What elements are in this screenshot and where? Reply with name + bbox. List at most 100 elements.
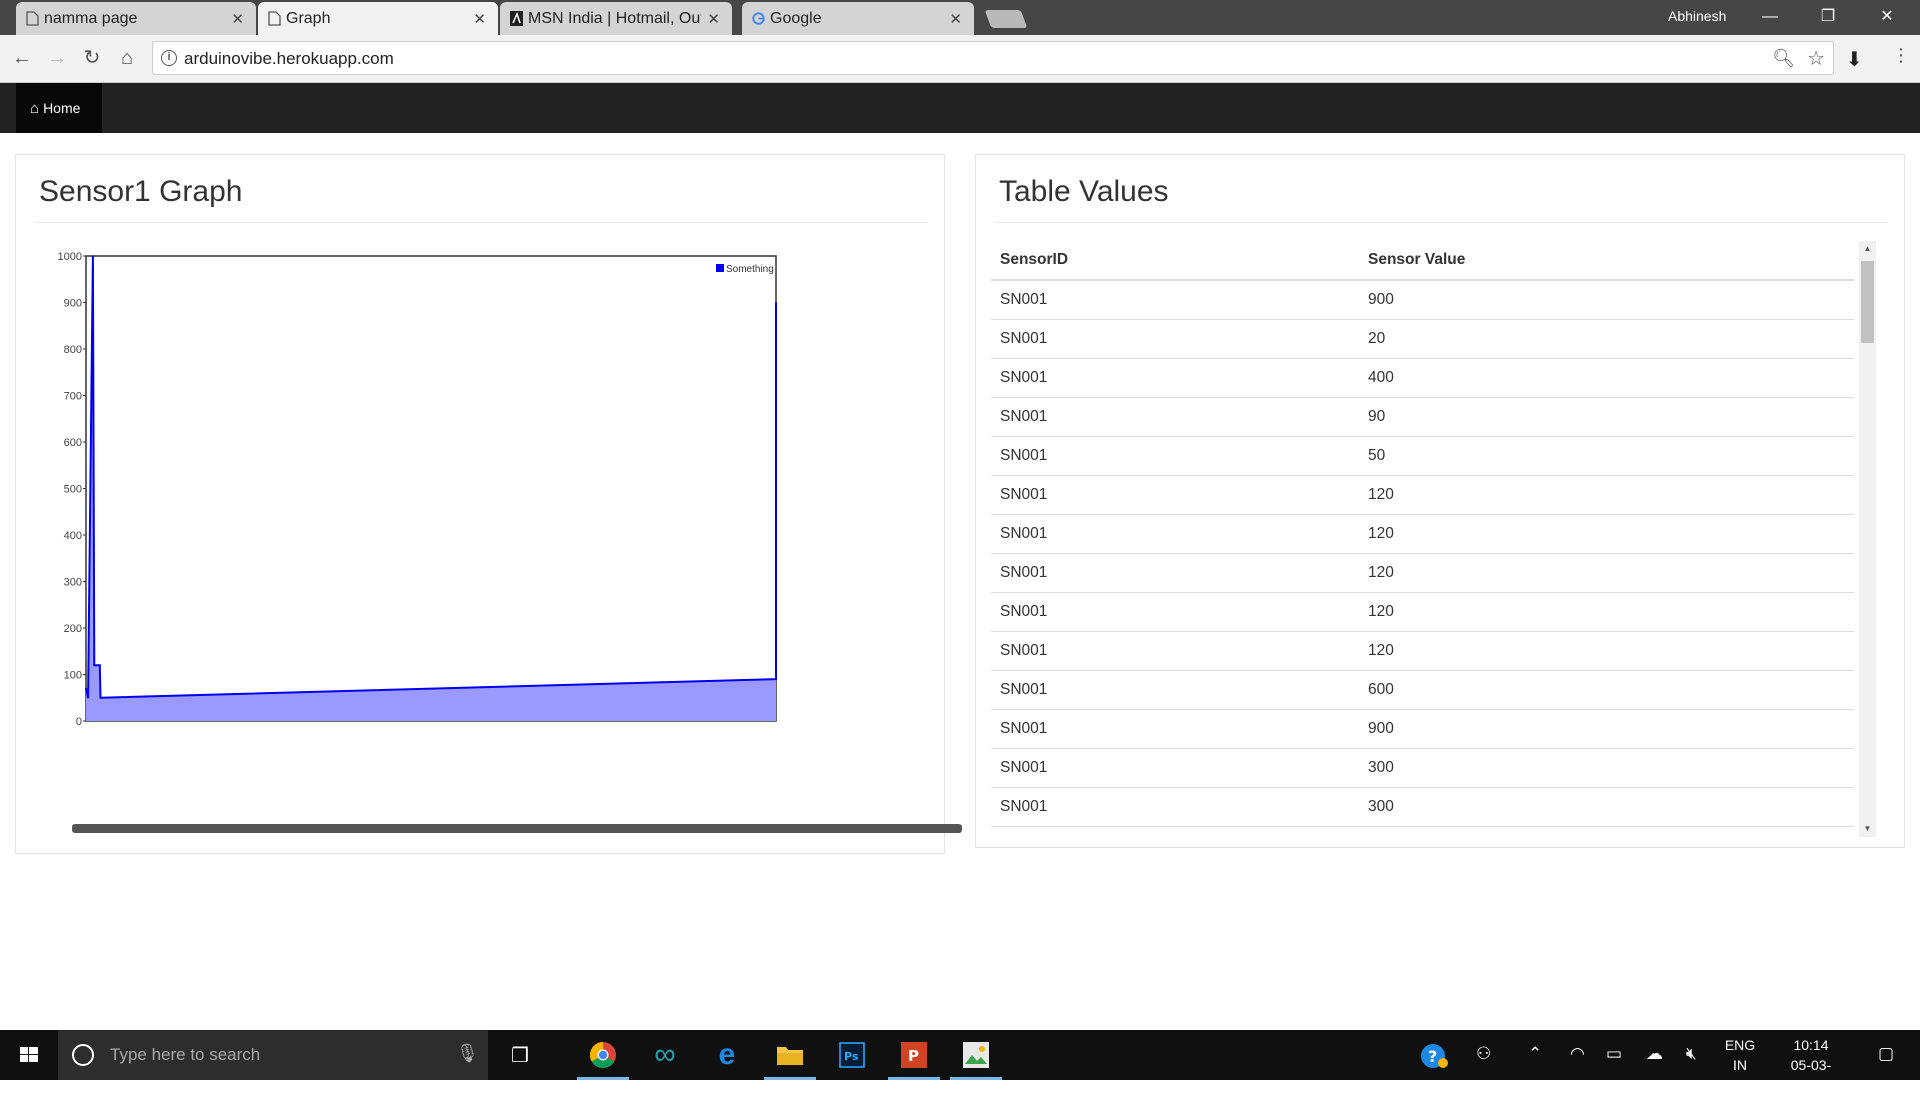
table-row: SN001 120 [991, 553, 1854, 593]
table-row: SN001300 [991, 748, 1854, 788]
tab-label: namma page [44, 9, 138, 27]
microphone-icon[interactable]: 🎙︎ [456, 1043, 479, 1064]
cell-sensor-value: 600 [1359, 670, 1854, 710]
help-icon[interactable]: ? [1420, 1042, 1450, 1075]
wifi-icon[interactable]: ◠ [1570, 1044, 1585, 1064]
table-header-row: SensorID Sensor Value [991, 241, 1854, 281]
cell-sensor-id: SN001 [991, 358, 1359, 398]
folder-icon [777, 1047, 803, 1065]
photoshop-taskbar-icon[interactable]: Ps [822, 1030, 882, 1080]
minimize-icon[interactable]: — [1745, 4, 1795, 30]
column-header-sensor-value[interactable]: Sensor Value [1359, 241, 1854, 281]
data-point [775, 301, 777, 304]
bookmark-star-icon[interactable]: ☆ [1807, 46, 1825, 71]
search-placeholder[interactable]: Type here to search [110, 1045, 260, 1065]
cell-sensor-value: 900 [1359, 280, 1854, 320]
horizontal-scrollbar[interactable] [72, 824, 962, 833]
sensor-table: SensorID Sensor Value SN001 900 SN001 20 SN0… [991, 241, 1854, 831]
battery-icon[interactable]: ▭ [1606, 1044, 1622, 1064]
table-row: SN001300 [991, 787, 1854, 827]
divider [36, 222, 928, 223]
restore-icon[interactable]: ❐ [1803, 4, 1853, 30]
close-icon[interactable]: ✕ [949, 10, 962, 28]
legend-swatch [716, 264, 724, 272]
cell-sensor-value: 400 [1359, 358, 1854, 398]
task-view-icon[interactable]: ❐ [490, 1030, 550, 1080]
msn-icon [510, 11, 523, 26]
cell-sensor-value: 120 [1359, 592, 1854, 632]
forward-icon[interactable]: → [45, 46, 69, 70]
people-icon[interactable]: ⚇ [1476, 1044, 1491, 1064]
home-icon[interactable]: ⌂ [115, 46, 139, 70]
clock-time: 10:14 [1793, 1037, 1829, 1053]
home-nav-link[interactable]: ⌂ Home [16, 83, 102, 133]
close-icon[interactable]: ✕ [707, 10, 720, 28]
scrollbar-thumb[interactable] [1861, 261, 1874, 343]
y-tick-label: 200 [64, 623, 82, 635]
cell-sensor-id: SN001 [991, 475, 1359, 515]
clock-date: 05-03-2018 [1790, 1057, 1832, 1093]
tab-label: Graph [286, 9, 331, 27]
cell-sensor-id: SN001 [991, 592, 1359, 632]
profile-name[interactable]: Abhinesh [1668, 8, 1726, 24]
taskbar-clock[interactable]: 10:14 05-03-2018 [1776, 1035, 1846, 1095]
file-explorer-taskbar-icon[interactable] [760, 1030, 820, 1080]
table-row: SN001 20 [991, 319, 1854, 359]
edge-taskbar-icon[interactable]: e [697, 1030, 757, 1080]
table-row: SN001 50 [991, 436, 1854, 476]
windows-start-button[interactable] [0, 1030, 58, 1080]
column-header-sensorid[interactable]: SensorID [991, 241, 1359, 281]
cell-sensor-id: SN001 [991, 709, 1359, 749]
data-point [93, 664, 96, 666]
download-icon[interactable]: ⬇ [1846, 47, 1863, 72]
data-point [99, 696, 102, 699]
plot-frame [85, 255, 777, 722]
cell-sensor-value: 120 [1359, 553, 1854, 593]
onedrive-icon[interactable]: ☁ [1646, 1044, 1663, 1064]
cell-sensor-id: SN001 [991, 397, 1359, 437]
taskbar-search-box[interactable]: Type here to search 🎙︎ [58, 1030, 488, 1080]
reload-icon[interactable]: ↻ [80, 46, 104, 70]
sensor-chart: 0 100 200 300 400 500 600 700 800 900 1000 Somethin… [58, 251, 777, 728]
lang-code: ENG [1724, 1037, 1756, 1053]
chrome-taskbar-icon[interactable] [573, 1030, 633, 1080]
y-tick-label: 300 [64, 577, 82, 589]
zoom-icon[interactable]: 🔍︎ [1772, 48, 1795, 69]
menu-dots-icon[interactable]: ⋮ [1892, 45, 1910, 66]
tab-google[interactable]: Google ✕ [742, 2, 974, 35]
image-app-taskbar-icon[interactable] [946, 1030, 1006, 1080]
language-indicator[interactable]: ENG IN [1722, 1035, 1758, 1075]
cell-sensor-id: SN001 [991, 748, 1359, 788]
new-tab-button[interactable] [984, 10, 1028, 28]
close-icon[interactable]: ✕ [473, 10, 486, 28]
close-window-icon[interactable]: ✕ [1862, 4, 1912, 30]
table-row: SN001 900 [991, 709, 1854, 749]
url-text[interactable]: arduinovibe.herokuapp.com [184, 49, 394, 69]
scroll-down-arrow-icon[interactable]: ▼ [1859, 821, 1876, 837]
tab-namma-page[interactable]: namma page ✕ [16, 2, 256, 35]
tab-msn[interactable]: MSN India | Hotmail, Out ✕ [500, 2, 732, 35]
powerpoint-taskbar-icon[interactable]: P [884, 1030, 944, 1080]
back-icon[interactable]: ← [10, 46, 34, 70]
cell-sensor-id: SN001 [991, 631, 1359, 671]
legend-label: Something [726, 264, 774, 275]
arduino-taskbar-icon[interactable]: ∞ [635, 1030, 695, 1080]
vertical-scrollbar[interactable]: ▲ ▼ [1859, 241, 1876, 837]
powerpoint-icon: P [901, 1042, 927, 1068]
divider [996, 222, 1888, 223]
cortana-icon [72, 1044, 94, 1066]
svg-text:Ps: Ps [844, 1050, 859, 1063]
action-center-icon[interactable]: ▢ [1878, 1044, 1894, 1064]
volume-muted-icon[interactable]: 🔇︎ [1686, 1044, 1697, 1064]
table-scroll-area[interactable]: SensorID Sensor Value SN001 900 SN001 20 SN0… [991, 241, 1881, 831]
address-bar[interactable]: i arduinovibe.herokuapp.com 🔍︎ ☆ [152, 41, 1834, 75]
close-icon[interactable]: ✕ [231, 10, 244, 28]
scroll-up-arrow-icon[interactable]: ▲ [1859, 241, 1876, 257]
tab-graph[interactable]: Graph ✕ [258, 2, 498, 35]
chevron-up-icon[interactable]: ⌃ [1528, 1044, 1542, 1064]
cell-sensor-value: 120 [1359, 514, 1854, 554]
page-icon [26, 11, 39, 26]
y-tick-label: 1000 [58, 251, 82, 263]
info-icon[interactable]: i [161, 50, 177, 66]
y-tick-label: 700 [64, 391, 82, 403]
